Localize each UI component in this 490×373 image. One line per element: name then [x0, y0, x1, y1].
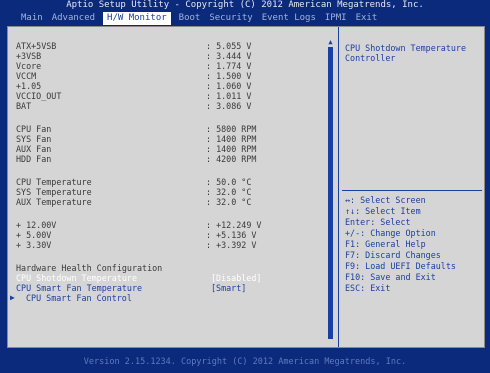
reading-label: ATX+5VSB: [16, 41, 57, 51]
help-text: CPU Shotdown Temperature Controller: [345, 43, 467, 63]
reading-label: SYS Temperature: [16, 187, 92, 197]
reading-label: VCCIO_OUT: [16, 91, 62, 101]
smart-fan-temp-label: CPU Smart Fan Temperature: [16, 283, 143, 293]
reading-value: : 1.500 V: [206, 71, 252, 81]
reading-value: : +5.136 V: [206, 230, 257, 240]
key-hint: ESC: Exit: [345, 283, 391, 293]
tab-hw-monitor[interactable]: H/W Monitor: [103, 12, 171, 25]
reading-value: : 5.055 V: [206, 41, 252, 51]
shutdown-temp-value: [Disabled]: [211, 273, 262, 283]
scroll-up-arrow-icon[interactable]: ▲: [327, 39, 334, 46]
reading-value: : 32.0 °C: [206, 197, 252, 207]
monitor-list: ATX+5VSB : 5.055 V +3VSB : 3.444 V Vcore…: [10, 41, 326, 341]
scrollbar[interactable]: ▲: [327, 39, 334, 339]
bios-title: Aptio Setup Utility - Copyright (C) 2012…: [66, 0, 424, 10]
reading-label: CPU Temperature: [16, 177, 92, 187]
tab-ipmi[interactable]: IPMI: [324, 12, 348, 25]
reading-label: VCCM: [16, 71, 37, 81]
reading-label: +1.05: [16, 81, 42, 91]
reading-value: : 3.086 V: [206, 101, 252, 111]
key-hint: ↑↓: Select Item: [345, 206, 421, 216]
tab-security[interactable]: Security: [208, 12, 253, 25]
reading-label: + 5.00V: [16, 230, 52, 240]
reading-value: : 32.0 °C: [206, 187, 252, 197]
reading-value: : +3.392 V: [206, 240, 257, 250]
key-hint: +/-: Change Option: [345, 228, 436, 238]
config-heading: Hardware Health Configuration: [16, 263, 163, 273]
version-footer: Version 2.15.1234. Copyright (C) 2012 Am…: [83, 357, 407, 367]
reading-label: HDD Fan: [16, 154, 52, 164]
smart-fan-control-label: CPU Smart Fan Control: [26, 293, 132, 303]
submenu-arrow-icon: ▶: [10, 293, 15, 302]
help-separator: [342, 190, 482, 191]
tab-bar: Main Advanced H/W Monitor Boot Security …: [0, 11, 490, 26]
key-hint: Enter: Select: [345, 217, 411, 227]
reading-value: : 50.0 °C: [206, 177, 252, 187]
reading-value: : 1.774 V: [206, 61, 252, 71]
reading-label: BAT: [16, 101, 32, 111]
reading-value: : 5800 RPM: [206, 124, 257, 134]
tab-exit[interactable]: Exit: [355, 12, 379, 25]
tab-event-logs[interactable]: Event Logs: [261, 12, 317, 25]
reading-label: SYS Fan: [16, 134, 52, 144]
tab-boot[interactable]: Boot: [178, 12, 202, 25]
content-panel: ATX+5VSB : 5.055 V +3VSB : 3.444 V Vcore…: [7, 26, 485, 348]
reading-value: : +12.249 V: [206, 220, 262, 230]
reading-label: Vcore: [16, 61, 42, 71]
reading-value: : 1.011 V: [206, 91, 252, 101]
panel-divider: [338, 27, 339, 347]
reading-value: : 4200 RPM: [206, 154, 257, 164]
key-hint: F7: Discard Changes: [345, 250, 441, 260]
key-hint: F9: Load UEFI Defaults: [345, 261, 456, 271]
bios-screen: Aptio Setup Utility - Copyright (C) 2012…: [0, 0, 490, 373]
reading-label: + 3.30V: [16, 240, 52, 250]
tab-advanced[interactable]: Advanced: [51, 12, 96, 25]
shutdown-temp-label: CPU Shotdown Temperature: [16, 273, 138, 283]
reading-label: AUX Temperature: [16, 197, 92, 207]
smart-fan-temp-value: [Smart]: [211, 283, 247, 293]
reading-value: : 1.060 V: [206, 81, 252, 91]
reading-label: AUX Fan: [16, 144, 52, 154]
scroll-thumb[interactable]: [328, 47, 333, 339]
reading-value: : 3.444 V: [206, 51, 252, 61]
tab-main[interactable]: Main: [20, 12, 44, 25]
reading-label: +3VSB: [16, 51, 42, 61]
reading-value: : 1400 RPM: [206, 144, 257, 154]
reading-label: CPU Fan: [16, 124, 52, 134]
key-hint: F1: General Help: [345, 239, 426, 249]
reading-label: + 12.00V: [16, 220, 57, 230]
key-hint: ↔: Select Screen: [345, 195, 426, 205]
reading-value: : 1400 RPM: [206, 134, 257, 144]
key-hint: F10: Save and Exit: [345, 272, 436, 282]
key-legend: ↔: Select Screen ↑↓: Select Item Enter: …: [345, 195, 485, 294]
